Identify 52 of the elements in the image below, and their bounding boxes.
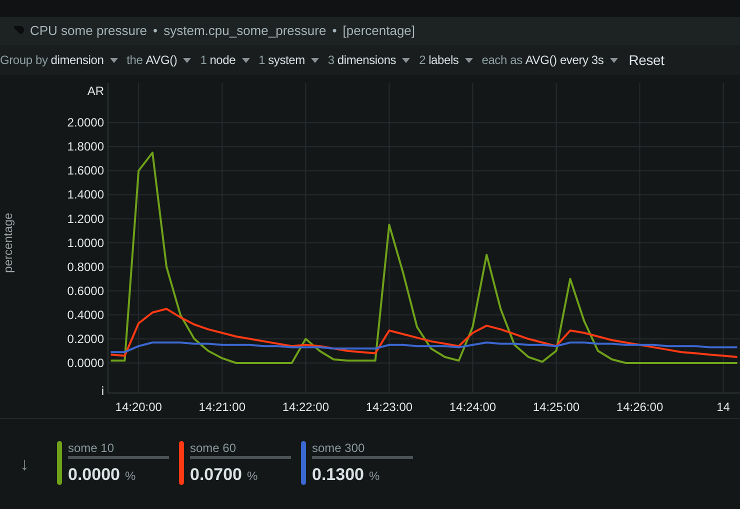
- y-tick-label: 1.0000: [67, 236, 104, 250]
- legend-name[interactable]: some 300: [312, 440, 413, 455]
- y-tick-label: 0.6000: [67, 284, 104, 298]
- axis-bottom-mark: i: [101, 384, 104, 398]
- x-tick-label: 14:23:00: [366, 400, 413, 414]
- group-dropdown[interactable]: the AVG(): [126, 51, 178, 69]
- x-tick-label: 14:21:00: [198, 400, 246, 414]
- caret-icon: [310, 58, 319, 62]
- caret-icon: [242, 58, 250, 62]
- caret-icon: [610, 58, 618, 62]
- caret-icon: [402, 58, 410, 62]
- y-tick-label: 1.4000: [67, 188, 104, 202]
- x-tick-label: 14:20:00: [115, 400, 162, 414]
- caret-icon: [110, 58, 118, 62]
- group-dropdown[interactable]: 3 dimensions: [328, 51, 396, 69]
- separator-dot: •: [332, 22, 337, 40]
- reset-button[interactable]: Reset: [628, 50, 664, 70]
- x-tick-label: 14: [716, 400, 730, 414]
- legend-value: 0.0000: [68, 464, 120, 486]
- group-dropdown[interactable]: each as AVG() every 3s: [482, 51, 604, 69]
- separator-dot: •: [153, 22, 158, 40]
- group-dropdown[interactable]: 1 system: [258, 51, 305, 69]
- caret-icon: [464, 58, 473, 62]
- y-tick-label: 2.0000: [67, 116, 104, 130]
- y-tick-label: 0.0000: [67, 356, 104, 370]
- y-tick-label: 1.2000: [67, 212, 104, 226]
- caret-icon: [183, 58, 192, 62]
- y-tick-label: 0.2000: [67, 332, 104, 346]
- group-dropdown[interactable]: 2 labels: [419, 51, 459, 69]
- legend-name[interactable]: some 60: [190, 440, 291, 455]
- chart-title: CPU some pressure: [30, 22, 148, 40]
- sort-arrow[interactable]: ↓: [20, 450, 29, 478]
- y-axis-title: percentage: [1, 212, 15, 273]
- x-tick-label: 14:26:00: [616, 400, 664, 414]
- group-dropdown[interactable]: Group by dimension: [0, 51, 104, 69]
- y-tick-label: 1.6000: [67, 164, 104, 178]
- legend-value: 0.0700: [190, 464, 242, 486]
- x-tick-label: 14:22:00: [282, 400, 330, 414]
- axis-top-mark: AR: [87, 84, 104, 98]
- legend-unit: %: [247, 468, 258, 485]
- legend-value: 0.1300: [312, 464, 364, 486]
- chart-units: [percentage]: [342, 22, 416, 40]
- y-tick-label: 0.8000: [67, 260, 104, 274]
- chart-context: system.cpu_some_pressure: [164, 22, 326, 40]
- legend-unit: %: [125, 468, 136, 485]
- legend-name[interactable]: some 10: [68, 440, 169, 455]
- x-tick-label: 14:25:00: [532, 400, 580, 414]
- legend-unit: %: [369, 468, 380, 485]
- group-dropdown[interactable]: 1 node: [200, 51, 236, 69]
- y-tick-label: 1.8000: [67, 140, 104, 154]
- x-tick-label: 14:24:00: [449, 400, 496, 414]
- y-tick-label: 0.4000: [67, 308, 104, 322]
